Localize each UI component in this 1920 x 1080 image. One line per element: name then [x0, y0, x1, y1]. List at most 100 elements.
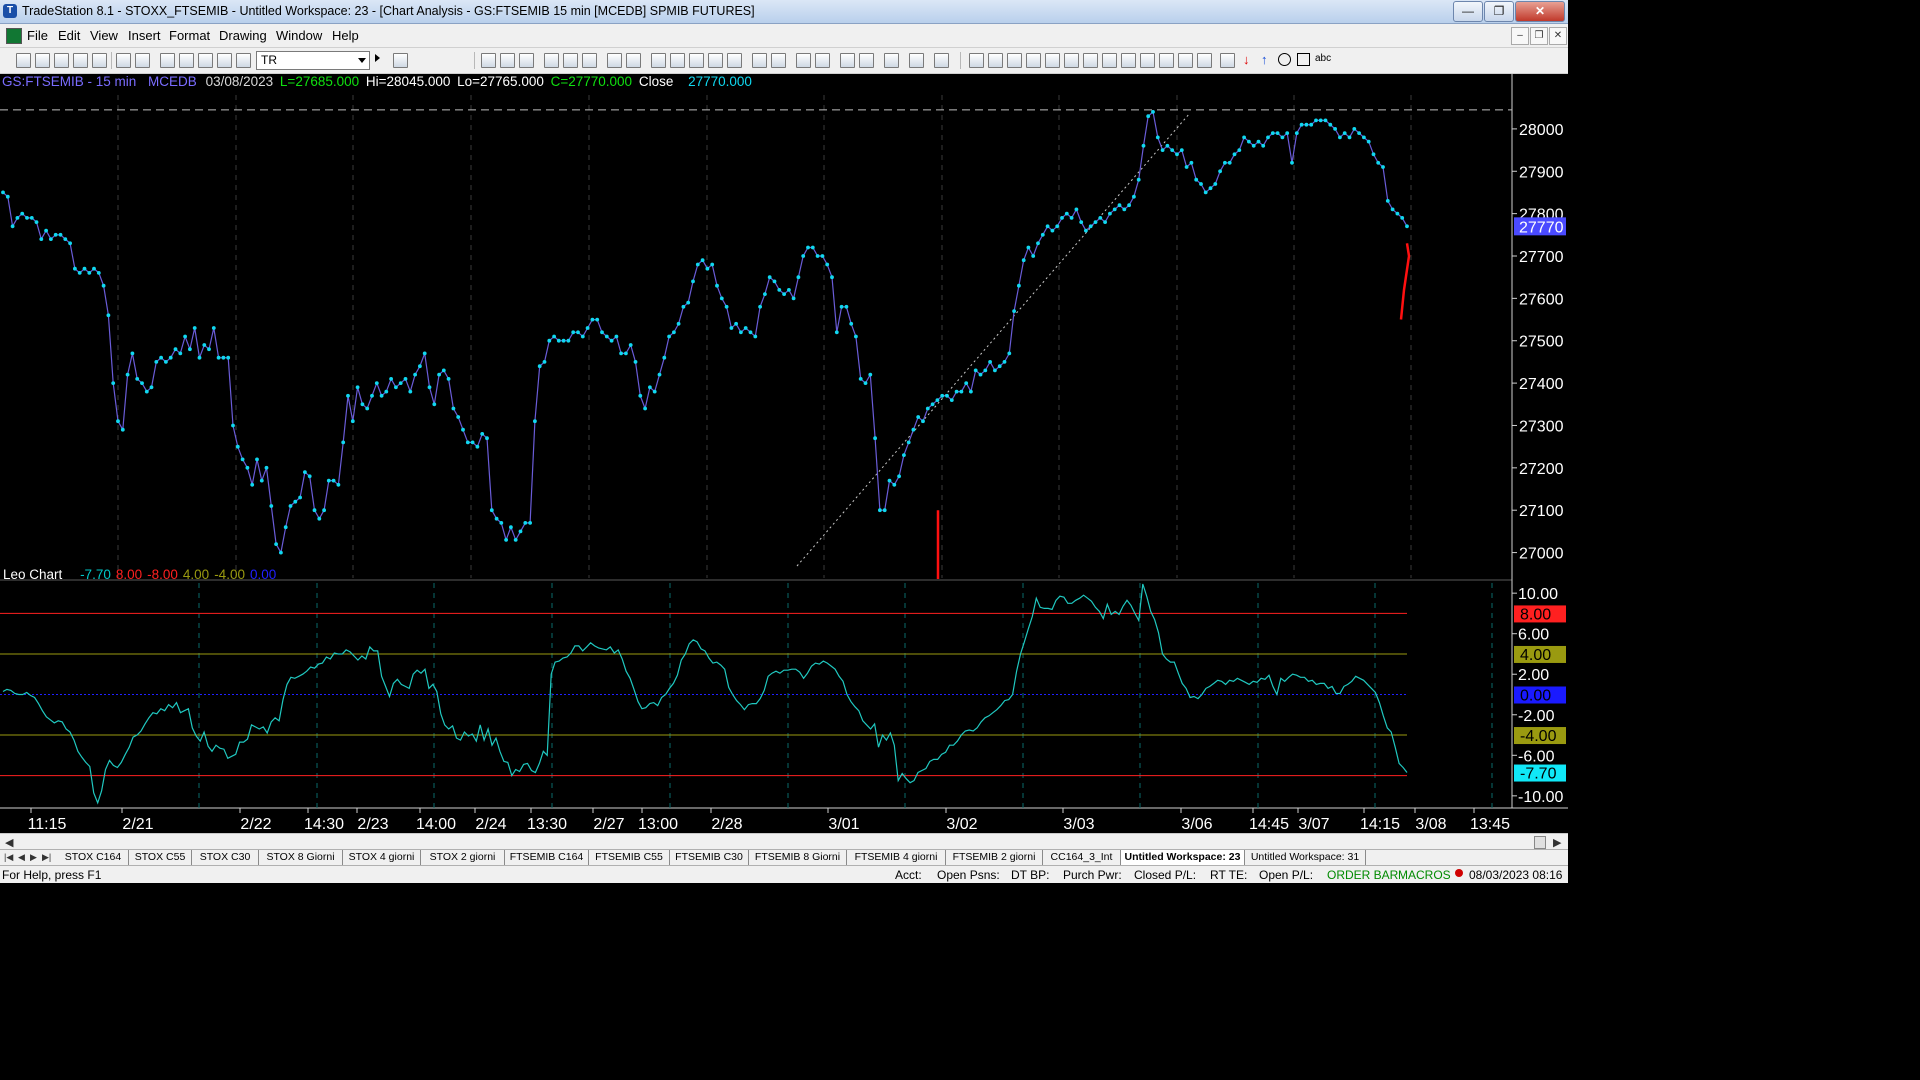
- lock-icon[interactable]: [198, 53, 213, 68]
- format-symbol-icon[interactable]: [179, 53, 194, 68]
- arc-line-tool-icon[interactable]: [1220, 53, 1235, 68]
- open-workspace-icon[interactable]: [73, 53, 88, 68]
- workspace-tab[interactable]: FTSEMIB 4 giorni: [847, 850, 946, 865]
- tab-nav-first-icon[interactable]: |◀: [4, 850, 13, 865]
- showme-icon[interactable]: [670, 53, 685, 68]
- minimize-window-button[interactable]: —: [1453, 1, 1483, 22]
- rectangle-tool-icon[interactable]: [1297, 53, 1310, 66]
- scroll-icon[interactable]: [771, 53, 786, 68]
- save-icon[interactable]: [92, 53, 107, 68]
- window-layout-icon-3[interactable]: [519, 53, 534, 68]
- arc-tool-icon[interactable]: [1178, 53, 1193, 68]
- down-arrow-icon[interactable]: ↓: [1243, 53, 1250, 66]
- data-window-icon[interactable]: [909, 53, 924, 68]
- workspace-tab[interactable]: FTSEMIB 8 Giorni: [749, 850, 847, 865]
- menu-format[interactable]: Format: [169, 28, 210, 43]
- chart-window-icon[interactable]: [6, 28, 22, 44]
- chevron-down-icon[interactable]: [358, 58, 366, 63]
- workspace-tab[interactable]: STOX 4 giorni: [343, 850, 421, 865]
- print-preview-icon[interactable]: [116, 53, 131, 68]
- tab-nav-prev-icon[interactable]: ◀: [18, 850, 25, 865]
- gann-fan-tool-icon[interactable]: [1045, 53, 1060, 68]
- cycle-lines-tool-icon[interactable]: [1102, 53, 1117, 68]
- workspace-tab[interactable]: CC164_3_Int: [1043, 850, 1121, 865]
- indicator-icon[interactable]: [651, 53, 666, 68]
- menu-edit[interactable]: Edit: [58, 28, 80, 43]
- close-window-button[interactable]: ✕: [1515, 1, 1565, 22]
- probability-map-icon[interactable]: [708, 53, 723, 68]
- window-layout-icon-1[interactable]: [481, 53, 496, 68]
- mdi-minimize-button[interactable]: –: [1511, 27, 1529, 45]
- time-range-tool-icon[interactable]: [1159, 53, 1174, 68]
- workspace-tab-active[interactable]: Untitled Workspace: 23: [1121, 850, 1245, 865]
- workspace-tab[interactable]: STOX C30: [192, 850, 259, 865]
- price-point: [279, 550, 283, 555]
- parallel-lines-tool-icon[interactable]: [1140, 53, 1155, 68]
- format-window-icon[interactable]: [160, 53, 175, 68]
- workspace-tab[interactable]: STOX C55: [129, 850, 192, 865]
- horizontal-line-tool-icon[interactable]: [1007, 53, 1022, 68]
- matrix-icon[interactable]: [582, 53, 597, 68]
- scroll-left-icon[interactable]: ◀: [5, 836, 13, 849]
- menu-file[interactable]: File: [27, 28, 48, 43]
- workspace-tab[interactable]: FTSEMIB C55: [589, 850, 670, 865]
- menu-help[interactable]: Help: [332, 28, 359, 43]
- workspace-tab[interactable]: STOX C164: [58, 850, 129, 865]
- trendline-tool-icon[interactable]: [969, 53, 984, 68]
- order-bar-icon[interactable]: [626, 53, 641, 68]
- tab-nav-last-icon[interactable]: ▶|: [42, 850, 51, 865]
- scroll-thumb[interactable]: [1534, 836, 1546, 849]
- status-order-bar[interactable]: ORDER BAR: [1327, 868, 1398, 882]
- radar-screen-icon[interactable]: [563, 53, 578, 68]
- status-macros[interactable]: MACROS: [1398, 868, 1451, 882]
- zoom-in-icon[interactable]: [796, 53, 811, 68]
- pointer-icon[interactable]: [840, 53, 855, 68]
- vertical-line-tool-icon[interactable]: [988, 53, 1003, 68]
- zoom-out-icon[interactable]: [815, 53, 830, 68]
- price-point: [825, 262, 830, 267]
- bar-spacing-icon[interactable]: [752, 53, 767, 68]
- menu-window[interactable]: Window: [276, 28, 322, 43]
- crosshair-icon[interactable]: [859, 53, 874, 68]
- scroll-right-icon[interactable]: ▶: [1553, 836, 1561, 849]
- tab-nav-next-icon[interactable]: ▶: [30, 850, 37, 865]
- ellipse-tool-icon[interactable]: [1278, 53, 1291, 66]
- new-workspace-icon[interactable]: [54, 53, 69, 68]
- window-layout-icon-2[interactable]: [500, 53, 515, 68]
- restore-window-button[interactable]: ❐: [1484, 1, 1514, 22]
- text-tool-icon[interactable]: abc: [1315, 53, 1331, 64]
- new-icon[interactable]: [16, 53, 31, 68]
- chart-canvas[interactable]: 11:15 2/21 2/22 14:30 2/23 14:00 2/24 13:30 2/27…: [0, 73, 1568, 833]
- andrews-pitchfork-tool-icon[interactable]: [1083, 53, 1098, 68]
- workspace-tab[interactable]: FTSEMIB C164: [505, 850, 589, 865]
- mdi-close-button[interactable]: ✕: [1549, 27, 1567, 45]
- chart-analysis-icon[interactable]: [544, 53, 559, 68]
- freehand-tool-icon[interactable]: [1197, 53, 1212, 68]
- open-icon[interactable]: [35, 53, 50, 68]
- workspace-tab[interactable]: STOX 2 giorni: [421, 850, 505, 865]
- activity-bar-icon[interactable]: [727, 53, 742, 68]
- menu-insert[interactable]: Insert: [128, 28, 161, 43]
- chart-analysis-window[interactable]: 11:15 2/21 2/22 14:30 2/23 14:00 2/24 13:30 2/27…: [0, 73, 1568, 833]
- up-arrow-icon[interactable]: ↑: [1261, 53, 1268, 66]
- workspace-tab[interactable]: FTSEMIB C30: [670, 850, 749, 865]
- menu-drawing[interactable]: Drawing: [219, 28, 267, 43]
- horizontal-scrollbar[interactable]: ◀ ▶: [0, 833, 1568, 850]
- strategy-icon[interactable]: [607, 53, 622, 68]
- workspace-tab[interactable]: STOX 8 Giorni: [259, 850, 343, 865]
- print-icon[interactable]: [135, 53, 150, 68]
- fibonacci-tool-icon[interactable]: [1026, 53, 1041, 68]
- speed-lines-tool-icon[interactable]: [1064, 53, 1079, 68]
- paintbar-icon[interactable]: [689, 53, 704, 68]
- workspace-tab[interactable]: FTSEMIB 2 giorni: [946, 850, 1043, 865]
- workspace-tab[interactable]: Untitled Workspace: 31: [1245, 850, 1366, 865]
- drawing-icon[interactable]: [217, 53, 232, 68]
- play-arrow-icon[interactable]: [375, 54, 380, 62]
- symbol-combo[interactable]: TR: [256, 51, 370, 70]
- link-icon[interactable]: [236, 53, 251, 68]
- mdi-restore-button[interactable]: ❐: [1530, 27, 1548, 45]
- tools-icon[interactable]: [884, 53, 899, 68]
- regression-channel-tool-icon[interactable]: [1121, 53, 1136, 68]
- symbol-lookup-icon[interactable]: [393, 53, 408, 68]
- menu-view[interactable]: View: [90, 28, 118, 43]
